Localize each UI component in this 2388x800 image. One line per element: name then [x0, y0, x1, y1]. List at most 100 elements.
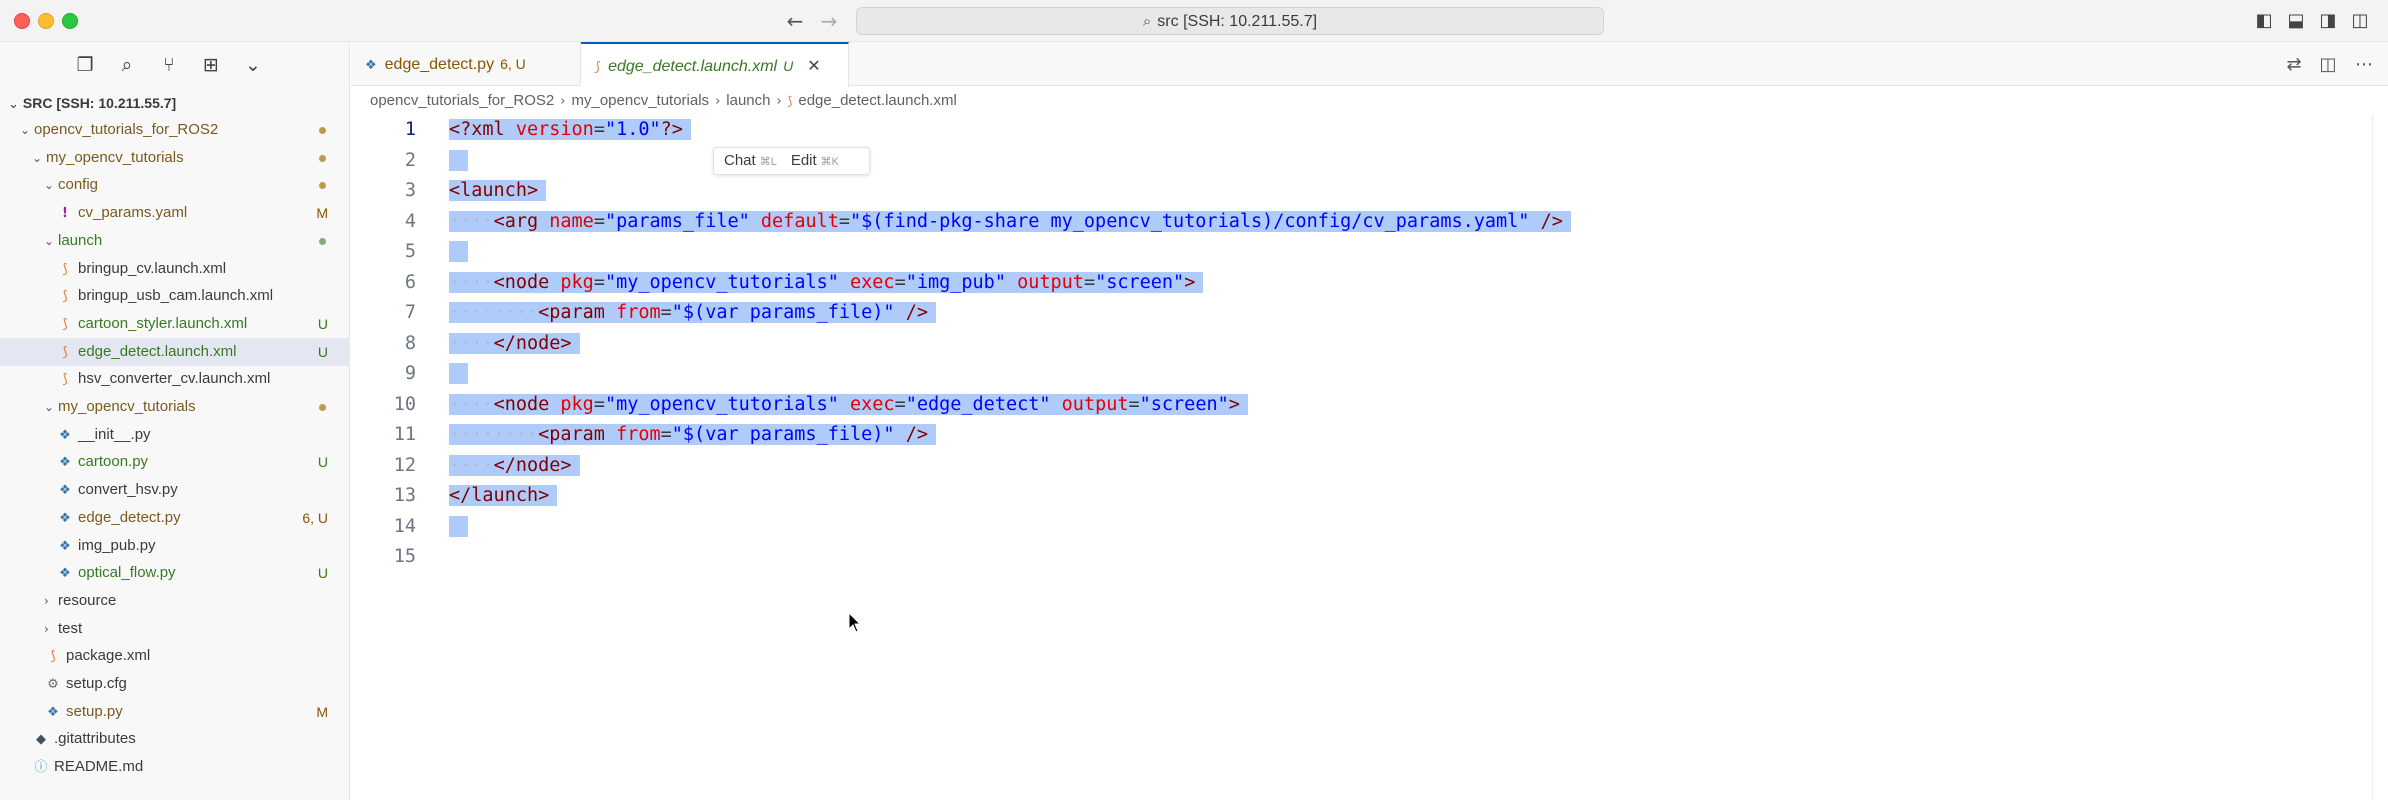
tree-file[interactable]: ◆ .gitattributes [0, 725, 350, 753]
python-file-icon: ❖ [365, 58, 377, 73]
tree-folder[interactable]: › test [0, 615, 350, 643]
explorer-icon[interactable]: ❐ [70, 50, 100, 80]
toggle-secondary-sidebar-icon[interactable]: ◨ [2316, 9, 2340, 33]
chevron-down-icon: ⌄ [8, 97, 19, 112]
tree-folder[interactable]: ⌄ my_opencv_tutorials [0, 393, 350, 421]
go-forward-icon[interactable]: → [816, 8, 842, 34]
tree-file[interactable]: ⟆ package.xml [0, 642, 350, 670]
py-file-icon: ❖ [59, 538, 71, 554]
chat-shortcut: ⌘L [759, 156, 777, 168]
code-line[interactable]: 11 ········<param from="$(var params_file… [351, 420, 2371, 450]
go-back-icon[interactable]: ← [782, 8, 808, 34]
tree-file[interactable]: ❖ edge_detect.py 6, U [0, 504, 350, 532]
tree-item-label: opencv_tutorials_for_ROS2 [34, 121, 219, 138]
tree-file[interactable]: ❖ __init__.py [0, 421, 350, 449]
tree-file[interactable]: ⟆ hsv_converter_cv.launch.xml [0, 365, 350, 393]
chat-hint-button[interactable]: Chat [724, 152, 756, 169]
tree-item-label: convert_hsv.py [78, 481, 178, 499]
tree-file[interactable]: ! cv_params.yaml M [0, 199, 350, 227]
tree-folder[interactable]: ⌄ opencv_tutorials_for_ROS2 [0, 116, 350, 144]
tree-folder[interactable]: › resource [0, 587, 350, 615]
explorer-sidebar: ❐ ⌕ ⑂ ⊞ ⌄ ⌄ SRC [SSH: 10.211.55.7] ⌄ openc… [0, 42, 350, 800]
code-line[interactable]: 13 </launch> [351, 481, 2371, 511]
toggle-panel-icon[interactable]: ⬓ [2284, 9, 2308, 33]
code-line[interactable]: 8 ····</node> [351, 329, 2371, 359]
title-bar: ← → ⌕src [SSH: 10.211.55.7] ◧ ⬓ ◨ ◫ ⚙ [0, 0, 2388, 42]
more-actions-icon[interactable]: ⋯ [2351, 52, 2377, 78]
chevron-down-icon: ⌄ [32, 150, 43, 165]
tree-file[interactable]: ❖ img_pub.py [0, 532, 350, 560]
toggle-primary-sidebar-icon[interactable]: ◧ [2252, 9, 2276, 33]
tree-file[interactable]: ❖ convert_hsv.py [0, 476, 350, 504]
tree-file[interactable]: ❖ cartoon.py U [0, 448, 350, 476]
status-dot [319, 127, 326, 134]
tree-file[interactable]: ⟆ bringup_cv.launch.xml [0, 255, 350, 283]
code-line[interactable]: 1 <?xml version="1.0"?> [351, 115, 2371, 145]
split-editor-icon[interactable]: ◫ [2315, 52, 2341, 78]
tree-folder[interactable]: ⌄ config [0, 171, 350, 199]
scrollbar-track[interactable] [2372, 115, 2388, 800]
command-center-search[interactable]: ⌕ src [SSH: 10.211.55.7] [856, 7, 1604, 35]
customize-layout-icon[interactable]: ◫ [2348, 9, 2372, 33]
tree-folder[interactable]: ⌄ my_opencv_tutorials [0, 144, 350, 172]
code-text [449, 515, 469, 537]
git-status-badge: M [316, 703, 328, 720]
tree-file[interactable]: ⟆ bringup_usb_cam.launch.xml [0, 282, 350, 310]
breadcrumb-item[interactable]: my_opencv_tutorials [571, 92, 709, 109]
chevron-right-icon: › [44, 621, 49, 636]
window-close-button[interactable] [14, 13, 30, 29]
window-minimize-button[interactable] [38, 13, 54, 29]
source-control-icon[interactable]: ⑂ [154, 50, 184, 80]
tree-file[interactable]: ❖ optical_flow.py U [0, 559, 350, 587]
tree-item-label: img_pub.py [78, 536, 156, 554]
code-line[interactable]: 12 ····</node> [351, 451, 2371, 481]
tree-item-label: bringup_cv.launch.xml [78, 259, 227, 277]
code-text: ····<arg name="params_file" default="$(f… [449, 210, 1571, 232]
edit-hint-button[interactable]: Edit [791, 152, 817, 169]
explorer-root-header[interactable]: ⌄ SRC [SSH: 10.211.55.7] [0, 90, 350, 116]
tab-status: 6, U [500, 56, 526, 72]
code-line[interactable]: 6 ····<node pkg="my_opencv_tutorials" exe… [351, 268, 2371, 298]
search-icon[interactable]: ⌕ [112, 50, 142, 80]
git-status-badge: U [317, 315, 328, 332]
code-line[interactable]: 2 [351, 146, 2371, 176]
code-editor[interactable]: 1 <?xml version="1.0"?> 2 3 <launch> 4 ····<a… [351, 115, 2371, 795]
inline-chat-hint: Chat ⌘L Edit ⌘K [713, 147, 870, 175]
tree-file[interactable]: ⟆ edge_detect.launch.xml U [0, 337, 350, 366]
tree-file[interactable]: ⚙ setup.cfg [0, 670, 350, 698]
code-text: <launch> [449, 180, 547, 201]
breadcrumb-item[interactable]: edge_detect.launch.xml [798, 92, 956, 109]
tree-folder[interactable]: ⌄ launch [0, 227, 350, 255]
more-views-chevron-icon[interactable]: ⌄ [238, 50, 268, 80]
tree-item-label: bringup_usb_cam.launch.xml [78, 287, 274, 305]
code-line[interactable]: 4 ····<arg name="params_file" default="$(… [351, 207, 2371, 237]
tab-edge-detect-launch-xml[interactable]: ⟆ edge_detect.launch.xml U ✕ [581, 42, 849, 87]
code-text: ····</node> [449, 332, 580, 354]
code-line[interactable]: 10 ····<node pkg="my_opencv_tutorials" ex… [351, 390, 2371, 420]
line-number: 14 [393, 515, 416, 537]
tab-status: U [783, 58, 794, 74]
close-icon[interactable]: ✕ [807, 56, 820, 75]
chevron-right-icon: › [560, 94, 566, 109]
code-line[interactable]: 7 ········<param from="$(var params_file)… [351, 298, 2371, 328]
code-line[interactable]: 14 [351, 512, 2371, 542]
code-line[interactable]: 5 [351, 237, 2371, 267]
tree-file[interactable]: ⟆ cartoon_styler.launch.xml U [0, 310, 350, 338]
tree-item-label: launch [58, 231, 103, 249]
line-number: 12 [393, 454, 416, 476]
breadcrumb-item[interactable]: launch [726, 92, 770, 109]
tree-file[interactable]: ❖ setup.py M [0, 698, 350, 726]
tab-edge-detect-py[interactable]: ❖ edge_detect.py 6, U [351, 42, 581, 86]
window-maximize-button[interactable] [62, 13, 78, 29]
code-line[interactable]: 3 <launch> [351, 176, 2371, 206]
git-status-badge: M [316, 205, 328, 222]
chevron-down-icon: ⌄ [20, 123, 31, 137]
code-line[interactable]: 15 [351, 542, 2371, 572]
open-changes-icon[interactable]: ⇄ [2281, 52, 2307, 78]
code-line[interactable]: 9 [351, 359, 2371, 389]
mouse-pointer-icon [848, 611, 862, 639]
tree-file[interactable]: ⓘ README.md [0, 753, 350, 781]
extensions-icon[interactable]: ⊞ [196, 50, 226, 80]
breadcrumb-item[interactable]: opencv_tutorials_for_ROS2 [370, 92, 554, 109]
